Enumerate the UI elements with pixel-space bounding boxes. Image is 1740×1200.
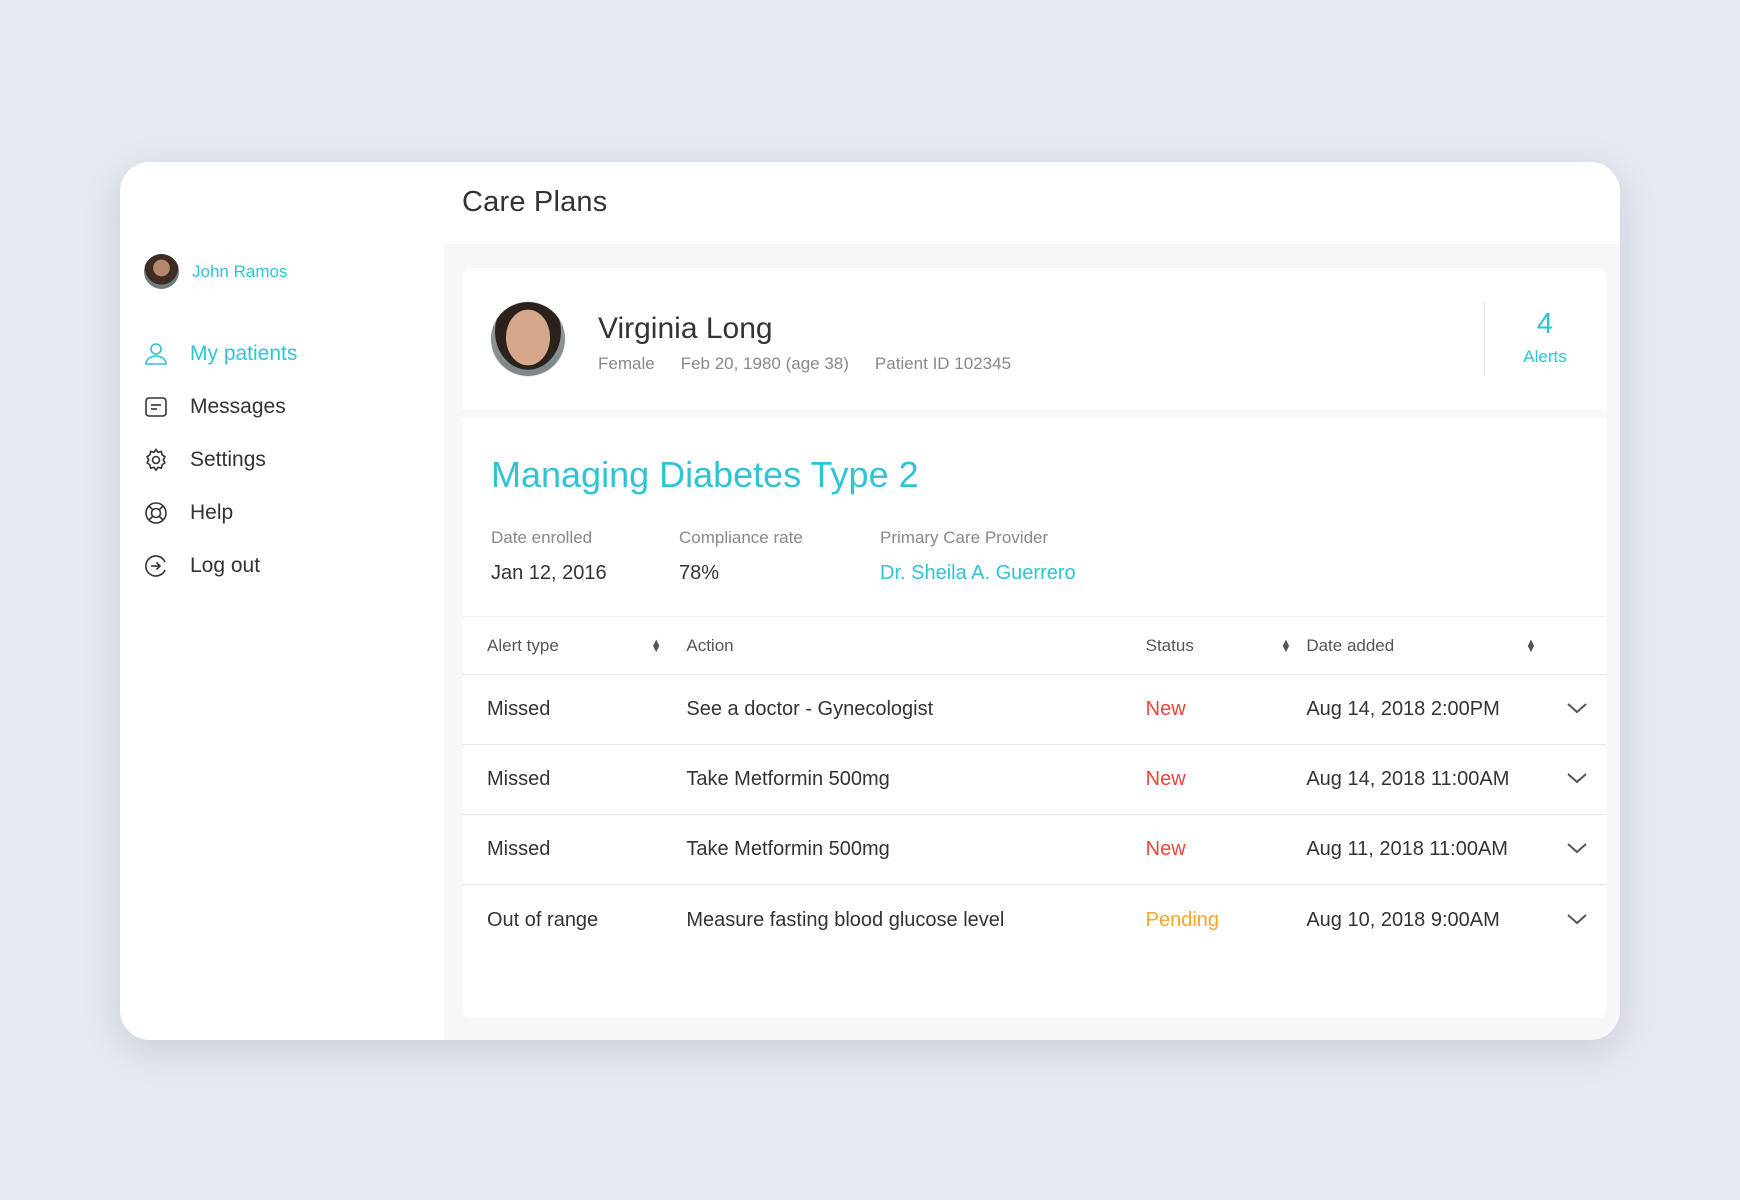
chevron-down-icon[interactable] (1566, 838, 1588, 861)
sidebar-item-log-out[interactable]: Log out (142, 539, 297, 592)
sidebar-item-settings[interactable]: Settings (142, 433, 297, 486)
header-label: Alert type (487, 635, 559, 655)
cell-date-added: Aug 11, 2018 11:00AM (1306, 838, 1508, 860)
cell-alert-type: Missed (487, 838, 551, 860)
header-label: Action (686, 635, 734, 655)
alerts-count: 4 (1536, 308, 1554, 340)
status-badge: New (1145, 838, 1186, 860)
cell-date-added: Aug 10, 2018 9:00AM (1306, 908, 1500, 931)
provider-label: Primary Care Provider (880, 528, 1049, 547)
sidebar-item-label: Log out (190, 553, 261, 577)
cell-action: Measure fasting blood glucose level (686, 908, 1005, 931)
patient-dob: Feb 20, 1980 (age 38) (680, 354, 849, 373)
chevron-down-icon[interactable] (1566, 768, 1588, 791)
sidebar-item-label: Messages (190, 394, 286, 418)
sort-icon[interactable]: ▲ ▼ (1281, 637, 1292, 654)
sidebar: John Ramos My patients Messages Settings (120, 162, 444, 1040)
date-enrolled-label: Date enrolled (491, 528, 593, 547)
header-label: Status (1145, 635, 1194, 655)
sidebar-item-label: Settings (190, 447, 266, 471)
care-plan-card: Managing Diabetes Type 2 Date enrolled J… (462, 418, 1606, 1018)
header-status[interactable]: Status ▲ ▼ (1146, 636, 1292, 656)
app-window: John Ramos My patients Messages Settings (120, 162, 1620, 1040)
alerts-table: Alert type ▲ ▼ Action Status ▲ ▼ Date adde… (462, 616, 1606, 955)
cell-action: Take Metformin 500mg (686, 838, 890, 860)
patient-gender: Female (598, 354, 655, 373)
chevron-down-icon[interactable] (1566, 698, 1588, 721)
lifebuoy-icon (142, 499, 170, 527)
patient-name: Virginia Long (598, 312, 773, 345)
user-profile[interactable]: John Ramos (144, 254, 287, 289)
cell-action: Take Metformin 500mg (686, 768, 890, 790)
patient-id: Patient ID 102345 (874, 354, 1012, 373)
sidebar-item-help[interactable]: Help (142, 486, 297, 539)
cell-alert-type: Missed (487, 768, 551, 790)
page-title: Care Plans (462, 186, 608, 218)
header-action: Action (686, 636, 1145, 656)
avatar (144, 254, 179, 289)
header-label: Date added (1306, 635, 1395, 655)
provider-link[interactable]: Dr. Sheila A. Guerrero (880, 562, 1076, 585)
care-plan-fields: Date enrolled Jan 12, 2016 Compliance ra… (491, 528, 1076, 585)
cell-date-added: Aug 14, 2018 11:00AM (1306, 768, 1510, 790)
patient-avatar (491, 302, 565, 376)
status-badge: New (1145, 698, 1186, 720)
patient-meta: Female Feb 20, 1980 (age 38) Patient ID … (598, 354, 1011, 374)
sort-icon[interactable]: ▲ ▼ (651, 637, 662, 654)
gear-icon (142, 446, 170, 474)
cell-date-added: Aug 14, 2018 2:00PM (1306, 698, 1500, 720)
table-header: Alert type ▲ ▼ Action Status ▲ ▼ Date adde… (462, 616, 1606, 675)
status-badge: Pending (1145, 908, 1220, 931)
compliance-value: 78% (679, 562, 720, 584)
table-row[interactable]: Missed Take Metformin 500mg New Aug 14, … (462, 745, 1606, 815)
sidebar-item-my-patients[interactable]: My patients (142, 327, 297, 380)
user-icon (142, 340, 170, 368)
sidebar-nav: My patients Messages Settings Help Log o… (142, 327, 297, 592)
status-badge: New (1145, 768, 1186, 790)
header-date-added[interactable]: Date added ▲ ▼ (1306, 636, 1536, 656)
chevron-down-icon[interactable] (1566, 909, 1588, 932)
cell-alert-type: Missed (487, 698, 551, 720)
table-row[interactable]: Missed See a doctor - Gynecologist New A… (462, 675, 1606, 745)
sidebar-item-label: Help (190, 500, 234, 524)
compliance-label: Compliance rate (679, 528, 803, 547)
cell-action: See a doctor - Gynecologist (686, 698, 934, 720)
care-plan-title: Managing Diabetes Type 2 (491, 454, 919, 495)
provider-field: Primary Care Provider Dr. Sheila A. Guer… (880, 528, 1076, 585)
patient-card: Virginia Long Female Feb 20, 1980 (age 3… (462, 268, 1606, 410)
logout-icon (142, 552, 170, 580)
alerts-label: Alerts (1523, 347, 1567, 366)
table-row[interactable]: Out of range Measure fasting blood gluco… (462, 885, 1606, 955)
header-alert-type[interactable]: Alert type ▲ ▼ (462, 636, 662, 656)
compliance-field: Compliance rate 78% (679, 528, 880, 585)
alerts-counter[interactable]: 4 Alerts (1484, 308, 1606, 367)
sidebar-item-label: My patients (190, 341, 298, 365)
table-row[interactable]: Missed Take Metformin 500mg New Aug 11, … (462, 815, 1606, 885)
message-icon (142, 393, 170, 421)
cell-alert-type: Out of range (487, 908, 599, 931)
date-enrolled-field: Date enrolled Jan 12, 2016 (491, 528, 679, 585)
date-enrolled-value: Jan 12, 2016 (491, 562, 607, 584)
sidebar-item-messages[interactable]: Messages (142, 380, 297, 433)
sort-icon[interactable]: ▲ ▼ (1526, 637, 1537, 654)
user-name[interactable]: John Ramos (192, 262, 287, 282)
